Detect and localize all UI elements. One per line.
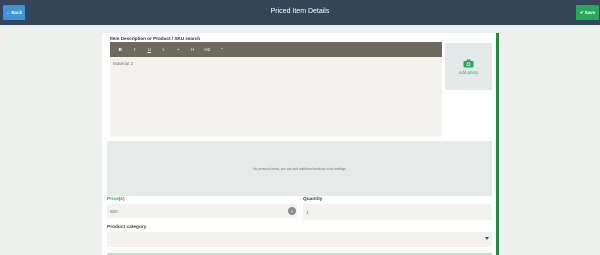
- notice-box: No personal items, you can add additiona…: [107, 141, 492, 196]
- camera-icon: [463, 59, 474, 67]
- check-icon: ✔: [579, 9, 584, 15]
- page-title: Priced Item Details: [270, 8, 330, 15]
- quantity-value: 1: [306, 209, 309, 215]
- heading2-button[interactable]: H2: [200, 44, 215, 56]
- price-label: Price(£): [107, 197, 125, 202]
- panel-accent-bar: [496, 33, 499, 255]
- quote-button[interactable]: ": [215, 44, 230, 56]
- description-editor[interactable]: Material 2: [110, 57, 442, 137]
- add-photo-label: Add photo: [458, 69, 479, 75]
- underline-button[interactable]: U: [142, 44, 157, 56]
- category-select[interactable]: [107, 232, 492, 247]
- bullet-list-button[interactable]: •: [171, 44, 186, 56]
- bold-button[interactable]: B: [113, 44, 128, 56]
- chevron-down-icon: [485, 237, 489, 240]
- clear-price-button[interactable]: ×: [288, 207, 296, 215]
- quantity-input[interactable]: 1: [303, 204, 492, 220]
- save-label: Save: [584, 10, 596, 15]
- price-input[interactable]: 500: [107, 204, 297, 218]
- editor-text: Material 2: [113, 61, 134, 66]
- heading1-button[interactable]: H: [186, 44, 201, 56]
- italic-button[interactable]: I: [128, 44, 143, 56]
- ordered-list-button[interactable]: I.: [157, 44, 172, 56]
- notice-text: No personal items, you can add additiona…: [253, 166, 346, 171]
- description-label: Item Description or Product / SKU search: [110, 36, 201, 41]
- add-photo-button[interactable]: Add photo: [445, 43, 492, 90]
- category-label: Product category: [107, 225, 147, 230]
- close-icon: ×: [290, 208, 294, 214]
- save-button[interactable]: ✔ Save: [576, 5, 599, 20]
- quantity-label: Quantity: [303, 197, 323, 202]
- top-bar: ← Back Priced Item Details ✔ Save: [0, 0, 600, 25]
- editor-toolbar: B I U I. • H H2 ": [110, 42, 442, 57]
- price-value: 500: [110, 208, 118, 214]
